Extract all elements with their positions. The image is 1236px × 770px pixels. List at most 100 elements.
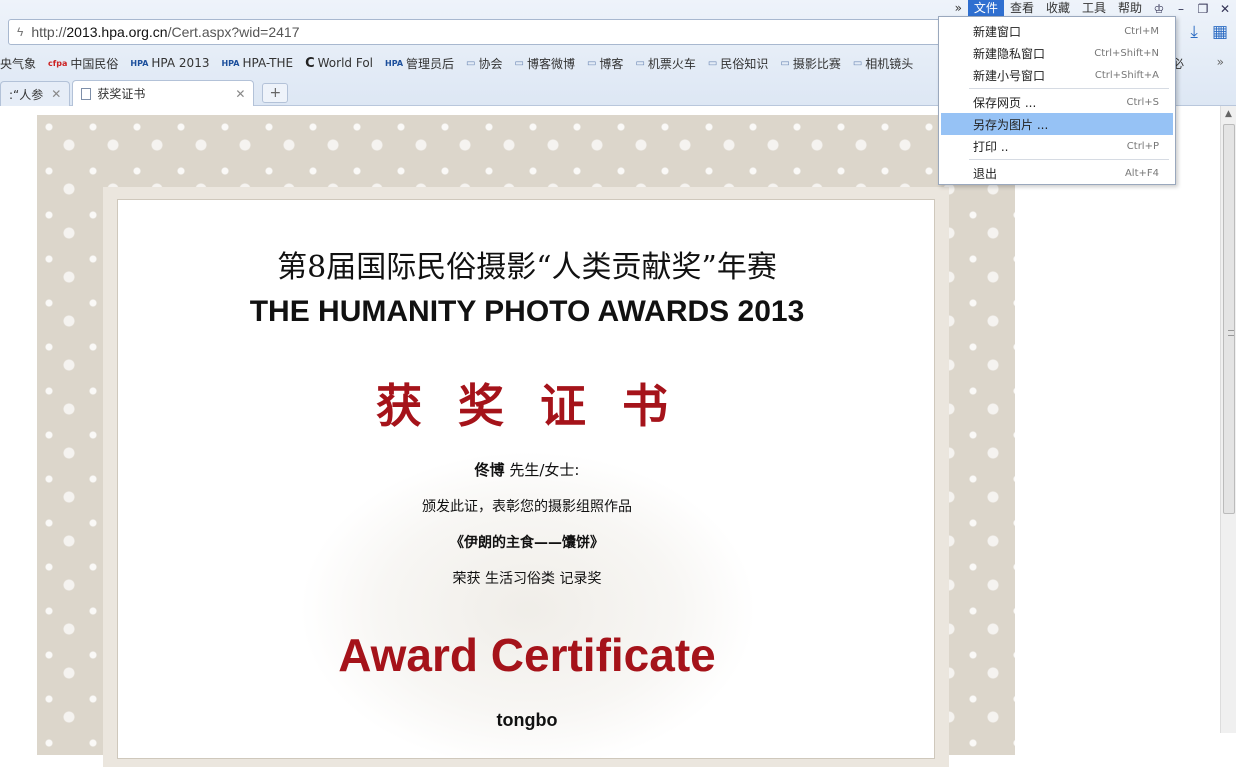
- menu-item-shortcut: Ctrl+M: [1124, 25, 1159, 37]
- minimize-icon[interactable]: –: [1170, 2, 1192, 16]
- apps-grid-icon[interactable]: ▦: [1212, 22, 1228, 42]
- scroll-thumb[interactable]: [1223, 124, 1235, 514]
- tab-strip: :“人参 ✕ 获奖证书 ✕ +: [0, 80, 289, 106]
- page-content: 第8届国际民俗摄影“人类贡献奖”年赛 THE HUMANITY PHOTO AW…: [0, 106, 1220, 770]
- url-domain: 2013.hpa.org.cn: [66, 24, 168, 40]
- bookmark-label: 协会: [478, 56, 503, 71]
- certificate-title-en: THE HUMANITY PHOTO AWARDS 2013: [249, 295, 805, 328]
- menu-item-shortcut: Ctrl+Shift+A: [1094, 69, 1159, 81]
- bookmark-item[interactable]: 央气象: [0, 55, 36, 72]
- grip-icon: [1228, 330, 1234, 336]
- file-menu-dropdown: 新建窗口 Ctrl+M 新建隐私窗口 Ctrl+Shift+N 新建小号窗口 Ctrl…: [938, 16, 1176, 185]
- menu-item-exit[interactable]: 退出 Alt+F4: [941, 162, 1173, 184]
- menu-help[interactable]: 帮助: [1112, 0, 1148, 17]
- menu-item-save-page[interactable]: 保存网页 ... Ctrl+S: [941, 91, 1173, 113]
- menu-item-new-alt-window[interactable]: 新建小号窗口 Ctrl+Shift+A: [941, 64, 1173, 86]
- bookmark-folder[interactable]: ▭ 博客微博: [515, 55, 575, 72]
- bookmark-item[interactable]: HPA HPA 2013: [130, 56, 209, 70]
- download-icon[interactable]: ⤓: [1190, 22, 1198, 42]
- bookmark-label: HPA 2013: [151, 56, 210, 70]
- recipient-suffix: 先生/女士:: [509, 461, 580, 479]
- certificate-title-cn: 第8届国际民俗摄影“人类贡献奖”年赛: [277, 250, 777, 285]
- bookmark-label: 摄影比赛: [792, 56, 841, 71]
- recipient-name: 佟博: [474, 461, 505, 479]
- bookmark-item[interactable]: C World Fol: [305, 56, 373, 71]
- recipient-name-en: tongbo: [496, 710, 558, 730]
- document-icon: [81, 87, 92, 100]
- toolbar-right-icons: ⤓ ▦: [1190, 22, 1228, 42]
- bookmark-folder[interactable]: ▭ 民俗知识: [708, 55, 768, 72]
- menu-tools[interactable]: 工具: [1076, 0, 1112, 17]
- folder-icon: ▭: [514, 57, 524, 69]
- bookmark-label: 博客微博: [526, 56, 575, 71]
- new-tab-button[interactable]: +: [262, 83, 289, 103]
- bookmark-label: 机票火车: [647, 56, 696, 71]
- bookmark-item[interactable]: cfpa 中国民俗: [48, 55, 118, 72]
- close-icon[interactable]: ✕: [235, 87, 245, 101]
- menu-file[interactable]: 文件: [967, 0, 1004, 17]
- restore-icon[interactable]: ❐: [1192, 2, 1214, 16]
- menu-separator: [969, 88, 1169, 89]
- bookmark-label: 博客: [599, 56, 624, 71]
- bolt-icon: ϟ: [17, 25, 24, 39]
- tab-label: 获奖证书: [97, 87, 146, 101]
- bookmarks-more-button[interactable]: »: [1217, 55, 1224, 69]
- folder-icon: ▭: [466, 57, 476, 69]
- menu-item-print[interactable]: 打印 .. Ctrl+P: [941, 135, 1173, 157]
- top-menu-bar: » 文件 查看 收藏 工具 帮助 ♔ – ❐ ✕: [949, 0, 1236, 17]
- menu-item-label: 打印 ..: [973, 139, 1009, 154]
- bookmark-item[interactable]: HPA 管理员后: [385, 55, 454, 72]
- cfpa-logo-icon: cfpa: [48, 58, 68, 68]
- work-title: 《伊朗的主食——馕饼》: [450, 535, 604, 551]
- menu-item-label: 退出: [973, 166, 998, 181]
- menu-item-shortcut: Ctrl+Shift+N: [1094, 47, 1159, 59]
- bookmark-folder[interactable]: ▭ 协会: [466, 55, 502, 72]
- close-icon[interactable]: ✕: [51, 87, 61, 101]
- menu-item-new-private-window[interactable]: 新建隐私窗口 Ctrl+Shift+N: [941, 42, 1173, 64]
- menu-item-label: 保存网页 ...: [973, 95, 1037, 110]
- bookmark-label: World Fol: [317, 56, 373, 70]
- folder-icon: ▭: [586, 57, 597, 69]
- folder-icon: ▭: [635, 57, 645, 69]
- address-bar[interactable]: ϟ http://2013.hpa.org.cn/Cert.aspx?wid=2…: [8, 19, 968, 45]
- vertical-scrollbar[interactable]: ▲: [1220, 106, 1236, 733]
- menu-favorites[interactable]: 收藏: [1040, 0, 1076, 17]
- menu-item-shortcut: Alt+F4: [1124, 167, 1159, 179]
- bookmark-folder[interactable]: ▭ 相机镜头: [853, 55, 913, 72]
- menu-item-label: 新建隐私窗口: [973, 46, 1046, 61]
- bookmark-folder[interactable]: ▭ 博客: [587, 55, 623, 72]
- shirt-icon[interactable]: ♔: [1148, 2, 1170, 16]
- bookmark-label: 中国民俗: [70, 56, 119, 71]
- menu-item-new-window[interactable]: 新建窗口 Ctrl+M: [941, 20, 1173, 42]
- bookmark-folder[interactable]: ▭ 机票火车: [635, 55, 695, 72]
- hpa-logo-icon: HPA: [221, 58, 240, 68]
- scroll-up-icon[interactable]: ▲: [1221, 106, 1236, 122]
- menu-more[interactable]: »: [949, 0, 968, 17]
- menu-item-label: 新建窗口: [973, 24, 1022, 39]
- tab-previous[interactable]: :“人参 ✕: [0, 81, 71, 106]
- c-logo-icon: C: [305, 55, 315, 71]
- bookmark-label: HPA-THE: [242, 56, 294, 70]
- menu-item-shortcut: Ctrl+P: [1126, 140, 1159, 152]
- menu-item-shortcut: Ctrl+S: [1126, 96, 1159, 108]
- tab-award-certificate[interactable]: 获奖证书 ✕: [72, 80, 255, 106]
- folder-icon: ▭: [707, 57, 718, 69]
- bookmark-item[interactable]: HPA HPA-THE: [221, 56, 293, 70]
- award-line: 荣获 生活习俗类 记录奖: [452, 571, 602, 587]
- recipient-line: 佟博 先生/女士:: [118, 459, 936, 480]
- folder-icon: ▭: [852, 57, 863, 69]
- url-path: /Cert.aspx?wid=2417: [167, 24, 300, 40]
- tab-label: :“人参: [9, 87, 44, 102]
- bookmark-folder[interactable]: ▭ 摄影比赛: [780, 55, 840, 72]
- certificate-panel: 第8届国际民俗摄影“人类贡献奖”年赛 THE HUMANITY PHOTO AW…: [117, 199, 936, 770]
- menu-item-label: 另存为图片 ...: [973, 117, 1049, 132]
- certificate-line-1: 颁发此证，表彰您的摄影组照作品: [422, 499, 632, 515]
- folder-icon: ▭: [780, 57, 790, 69]
- certificate-border: 第8届国际民俗摄影“人类贡献奖”年赛 THE HUMANITY PHOTO AW…: [37, 115, 1015, 770]
- certificate-heading-en: Award Certificate: [338, 629, 716, 681]
- close-icon[interactable]: ✕: [1214, 2, 1236, 16]
- bookmark-label: 管理员后: [406, 56, 455, 71]
- menu-item-save-as-image[interactable]: 另存为图片 ...: [941, 113, 1173, 135]
- hpa-logo-icon: HPA: [130, 58, 149, 68]
- menu-view[interactable]: 查看: [1004, 0, 1040, 17]
